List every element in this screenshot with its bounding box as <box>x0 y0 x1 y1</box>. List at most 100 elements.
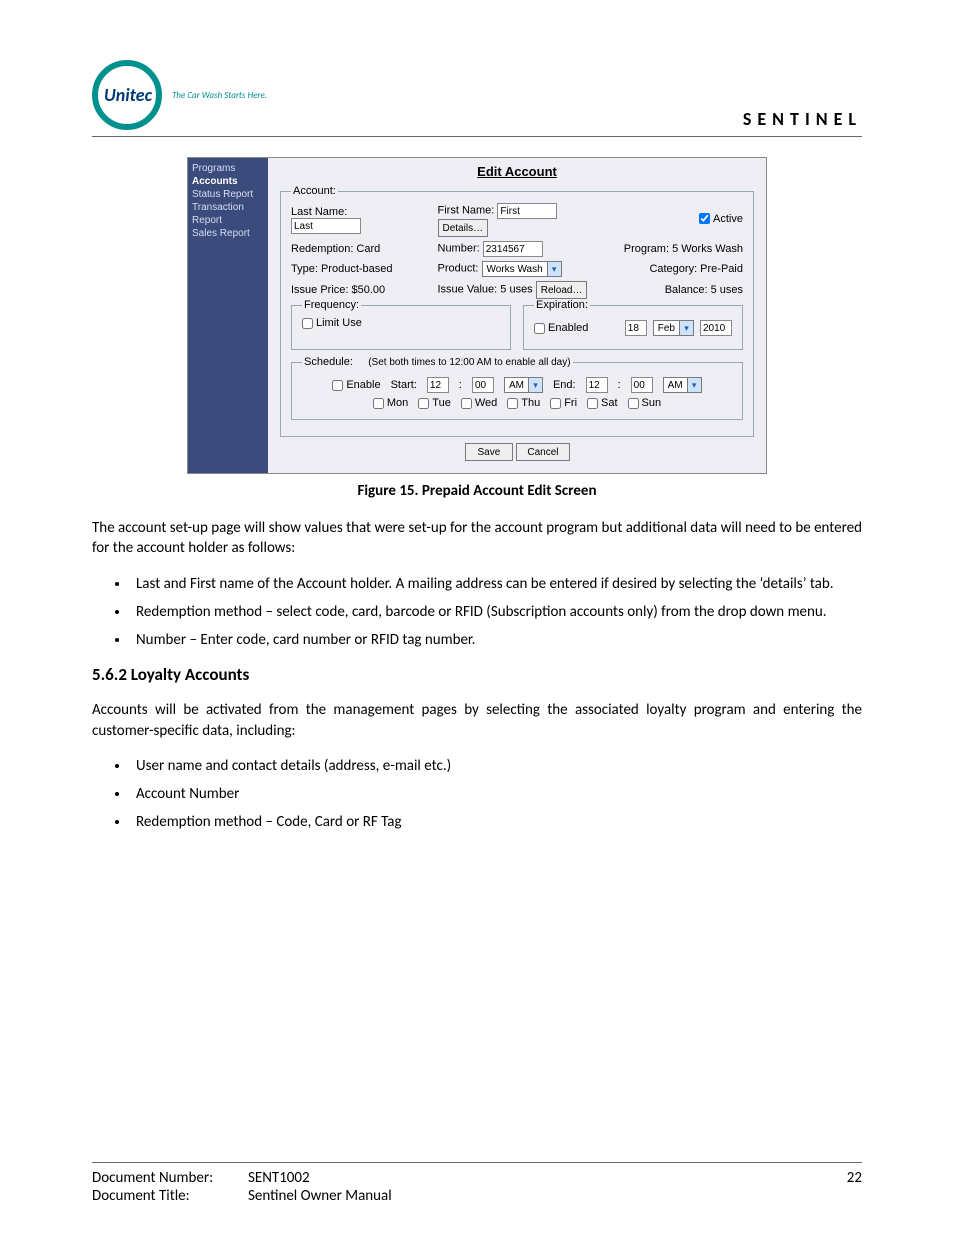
start-ampm-select[interactable]: AM ▾ <box>504 377 543 393</box>
schedule-enable-checkbox[interactable]: Enable <box>332 379 380 391</box>
day-tue-checkbox[interactable]: Tue <box>418 397 451 409</box>
brand-title: SENTINEL <box>743 108 862 130</box>
page-footer: Document Number: SENT1002 22 Document Ti… <box>92 1162 862 1205</box>
intro-paragraph: The account set-up page will show values… <box>92 518 862 559</box>
sidebar-item-status-report[interactable]: Status Report <box>192 188 264 201</box>
sidebar-item-accounts[interactable]: Accounts <box>192 175 264 188</box>
day-sun-checkbox[interactable]: Sun <box>628 397 662 409</box>
schedule-enable-input[interactable] <box>332 380 343 391</box>
number-label: Number: <box>438 243 480 255</box>
first-name-label: First Name: <box>438 205 495 217</box>
expiration-day-input[interactable] <box>625 320 647 336</box>
frequency-legend: Frequency: <box>302 299 361 311</box>
expiration-fieldset: Expiration: Enabled Feb ▾ <box>523 299 743 350</box>
sidebar: Programs Accounts Status Report Transact… <box>188 158 268 473</box>
chevron-down-icon: ▾ <box>679 321 693 335</box>
day-thu-checkbox[interactable]: Thu <box>507 397 540 409</box>
doc-title-label: Document Title: <box>92 1187 242 1205</box>
product-label: Product: <box>438 263 479 275</box>
list-item: Redemption method – Code, Card or RF Tag <box>130 812 862 832</box>
limit-use-label: Limit Use <box>316 317 362 329</box>
list-item: User name and contact details (address, … <box>130 756 862 776</box>
doc-number-value: SENT1002 <box>248 1169 310 1187</box>
bullet-list-1: Last and First name of the Account holde… <box>130 574 862 651</box>
product-select[interactable]: Works Wash ▾ <box>482 261 562 277</box>
day-mon-checkbox[interactable]: Mon <box>373 397 408 409</box>
list-item: Last and First name of the Account holde… <box>130 574 862 594</box>
end-hour-input[interactable] <box>586 377 608 393</box>
last-name-block: Last Name: <box>291 206 426 234</box>
expiration-enabled-checkbox[interactable]: Enabled <box>534 322 588 334</box>
chevron-down-icon: ▾ <box>687 378 701 392</box>
expiration-month-select[interactable]: Feb ▾ <box>653 320 694 336</box>
bullet-list-2: User name and contact details (address, … <box>130 756 862 833</box>
account-legend: Account: <box>291 185 338 197</box>
start-min-input[interactable] <box>472 377 494 393</box>
number-input[interactable] <box>483 241 543 257</box>
logo-tagline: The Car Wash Starts Here. <box>172 90 267 101</box>
frequency-fieldset: Frequency: Limit Use <box>291 299 511 350</box>
day-fri-checkbox[interactable]: Fri <box>550 397 577 409</box>
figure-caption: Figure 15. Prepaid Account Edit Screen <box>92 482 862 500</box>
active-block: Active <box>621 213 743 228</box>
end-min-input[interactable] <box>631 377 653 393</box>
chevron-down-icon: ▾ <box>547 262 561 276</box>
day-sat-checkbox[interactable]: Sat <box>587 397 618 409</box>
program-label: Program: 5 Works Wash <box>621 243 743 255</box>
logo-icon <box>92 60 162 130</box>
panel-buttons: Save Cancel <box>280 443 754 461</box>
active-checkbox[interactable]: Active <box>699 213 743 225</box>
logo: The Car Wash Starts Here. <box>92 60 267 130</box>
doc-title-value: Sentinel Owner Manual <box>248 1187 392 1205</box>
end-label: End: <box>553 379 576 391</box>
expiration-month-value: Feb <box>654 323 679 334</box>
details-button[interactable]: Details… <box>438 219 489 237</box>
list-item: Account Number <box>130 784 862 804</box>
save-button[interactable]: Save <box>465 443 514 461</box>
doc-number-label: Document Number: <box>92 1169 242 1187</box>
list-item: Number – Enter code, card number or RFID… <box>130 630 862 650</box>
last-name-input[interactable] <box>291 218 361 234</box>
first-name-input[interactable] <box>497 203 557 219</box>
expiration-year-input[interactable] <box>700 320 732 336</box>
page-number: 22 <box>847 1169 862 1187</box>
expiration-enabled-input[interactable] <box>534 323 545 334</box>
number-block: Number: <box>438 241 609 257</box>
last-name-label: Last Name: <box>291 206 426 218</box>
limit-use-checkbox[interactable]: Limit Use <box>302 317 362 329</box>
issue-price-label: Issue Price: $50.00 <box>291 284 426 296</box>
edit-account-panel: Edit Account Account: Last Name: First N… <box>268 158 766 473</box>
balance-label: Balance: 5 uses <box>621 284 743 296</box>
reload-button[interactable]: Reload… <box>536 281 588 299</box>
expiration-enabled-label: Enabled <box>548 322 588 334</box>
redemption-label: Redemption: Card <box>291 243 426 255</box>
sidebar-item-sales-report[interactable]: Sales Report <box>192 227 264 240</box>
panel-title: Edit Account <box>280 164 754 179</box>
start-hour-input[interactable] <box>427 377 449 393</box>
schedule-legend: Schedule: (Set both times to 12:00 AM to… <box>302 356 573 368</box>
loyalty-intro-paragraph: Accounts will be activated from the mana… <box>92 700 862 741</box>
section-heading: 5.6.2 Loyalty Accounts <box>92 664 862 685</box>
account-fieldset: Account: Last Name: First Name: Details… <box>280 185 754 437</box>
active-checkbox-input[interactable] <box>699 213 710 224</box>
issue-value-label: Issue Value: 5 uses <box>438 284 533 296</box>
cancel-button[interactable]: Cancel <box>516 443 569 461</box>
active-label: Active <box>713 213 743 225</box>
category-label: Category: Pre-Paid <box>621 263 743 275</box>
first-name-block: First Name: Details… <box>438 203 609 237</box>
sidebar-item-programs[interactable]: Programs <box>192 162 264 175</box>
start-label: Start: <box>391 379 417 391</box>
end-ampm-select[interactable]: AM ▾ <box>663 377 702 393</box>
schedule-fieldset: Schedule: (Set both times to 12:00 AM to… <box>291 356 743 420</box>
day-wed-checkbox[interactable]: Wed <box>461 397 497 409</box>
chevron-down-icon: ▾ <box>528 378 542 392</box>
product-value: Works Wash <box>483 264 547 275</box>
schedule-note: (Set both times to 12:00 AM to enable al… <box>368 357 570 368</box>
list-item: Redemption method – select code, card, b… <box>130 602 862 622</box>
sidebar-item-transaction-report[interactable]: Transaction Report <box>192 201 264 227</box>
issue-value-block: Issue Value: 5 uses Reload… <box>438 281 609 299</box>
type-label: Type: Product-based <box>291 263 426 275</box>
limit-use-input[interactable] <box>302 318 313 329</box>
page-header: The Car Wash Starts Here. SENTINEL <box>92 60 862 137</box>
schedule-enable-label: Enable <box>346 379 380 391</box>
